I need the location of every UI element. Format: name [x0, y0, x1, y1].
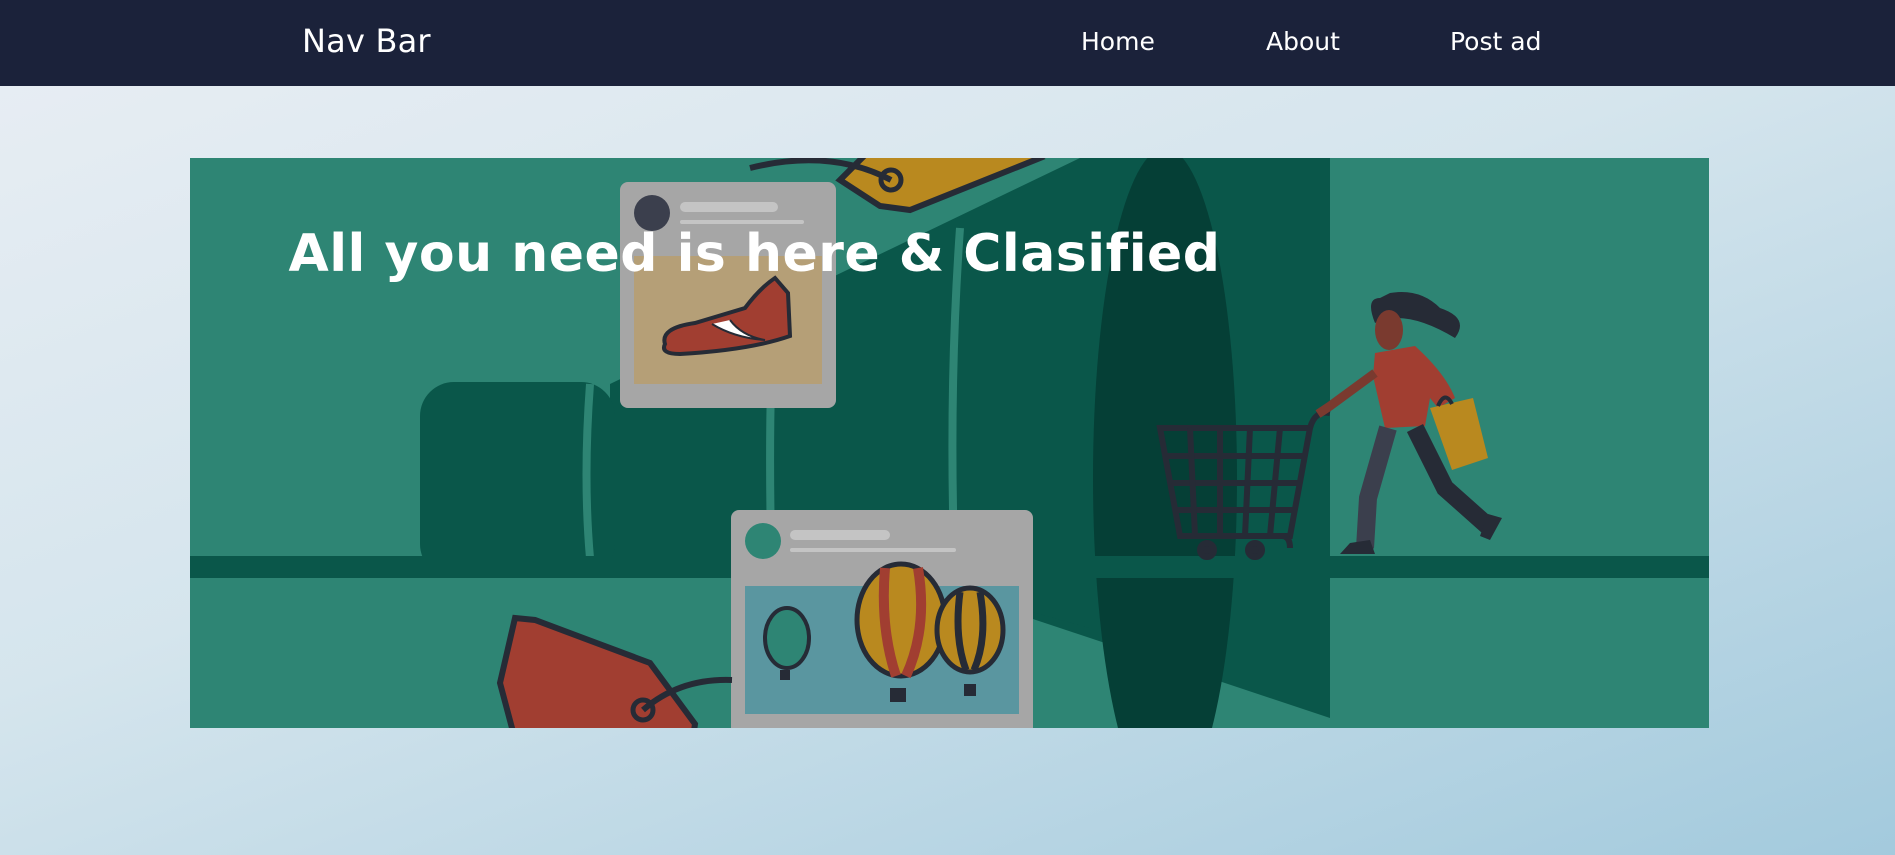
brand-logo[interactable]: Nav Bar [302, 22, 431, 60]
hero-title: All you need is here & Clasified [288, 224, 1221, 284]
nav-link-about[interactable]: About [1266, 27, 1340, 56]
balloon-icon-large [854, 561, 948, 679]
shopper-figure [1315, 292, 1502, 554]
balloon-icon-medium [934, 585, 1006, 675]
hero-banner: All you need is here & Clasified [190, 158, 1709, 728]
nav-link-home[interactable]: Home [1081, 27, 1155, 56]
balloon-icon-small [763, 606, 811, 670]
nav-link-post-ad[interactable]: Post ad [1450, 27, 1541, 56]
navbar: Nav Bar Home About Post ad [0, 0, 1895, 86]
price-tag-red [496, 614, 699, 728]
